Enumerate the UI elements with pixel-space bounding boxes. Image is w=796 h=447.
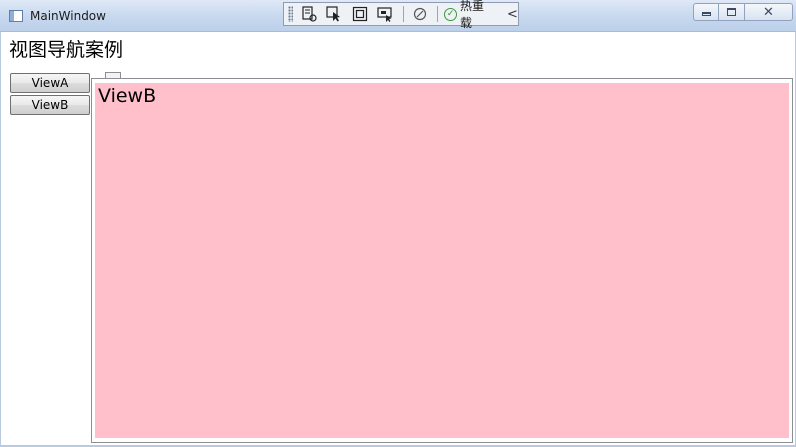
check-circle-icon: ✓: [444, 7, 458, 21]
view-b-content: ViewB: [95, 83, 789, 438]
page-title: 视图导航案例: [9, 39, 124, 61]
title-bar[interactable]: MainWindow ✓ 热重载 < ✕: [0, 0, 796, 32]
toolbar-grip-icon[interactable]: [288, 6, 293, 22]
minimize-icon: [701, 12, 711, 16]
view-a-button[interactable]: ViewA: [10, 73, 90, 93]
display-layout-adorners-icon[interactable]: [350, 4, 370, 24]
toolbar-separator: [402, 6, 404, 22]
toolbar-separator: [437, 6, 439, 22]
maximize-icon: [727, 8, 736, 16]
binding-failures-icon[interactable]: [410, 4, 430, 24]
view-label: ViewB: [98, 85, 157, 107]
collapse-toolbar-icon[interactable]: <: [507, 7, 518, 22]
close-button[interactable]: ✕: [745, 3, 793, 21]
wpf-debug-toolbar: ✓ 热重载 <: [283, 0, 519, 30]
window-title: MainWindow: [30, 9, 106, 23]
select-visual-tree-icon[interactable]: [299, 4, 319, 24]
hot-reload-label: 热重载: [460, 0, 485, 30]
hot-reload-button[interactable]: ✓ 热重载: [444, 0, 495, 31]
track-focus-icon[interactable]: [375, 4, 395, 24]
window-client-area: 视图导航案例 ViewA ViewB ViewB: [0, 32, 796, 447]
close-icon: ✕: [763, 4, 774, 20]
maximize-button[interactable]: [719, 3, 745, 21]
app-window-icon: [9, 10, 23, 22]
view-b-button[interactable]: ViewB: [10, 95, 90, 115]
select-element-icon[interactable]: [324, 4, 344, 24]
minimize-button[interactable]: [693, 3, 719, 21]
tab-content-panel: ViewB: [91, 78, 793, 443]
